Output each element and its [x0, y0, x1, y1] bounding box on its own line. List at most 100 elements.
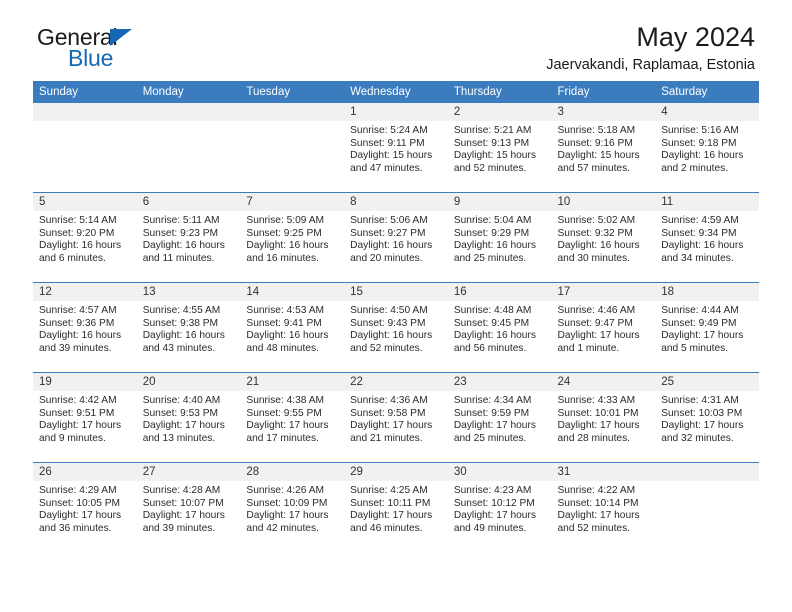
sunrise-text: Sunrise: 4:59 AM — [661, 215, 739, 226]
calendar-day-cell[interactable]: 28 Sunrise: 4:26 AM Sunset: 10:09 PM Daylig… — [240, 462, 345, 552]
calendar-day-number: 7 — [240, 193, 345, 211]
daylight-text: Daylight: 17 hours and 9 minutes. — [39, 420, 122, 444]
daylight-text: Daylight: 15 hours and 47 minutes. — [350, 150, 433, 174]
calendar-day-details: Sunrise: 4:57 AM Sunset: 9:36 PM Daylight:… — [33, 301, 137, 355]
calendar-day-number: 5 — [33, 193, 137, 211]
sunset-text: Sunset: 9:16 PM — [557, 137, 633, 149]
sunset-text: Sunset: 9:25 PM — [246, 227, 322, 239]
calendar-day-cell[interactable]: 29 Sunrise: 4:25 AM Sunset: 10:11 PM Daylig… — [344, 462, 448, 552]
calendar-day-details: Sunrise: 4:28 AM Sunset: 10:07 PM Daylight… — [137, 481, 241, 535]
calendar-day-details: Sunrise: 4:53 AM Sunset: 9:41 PM Daylight:… — [240, 301, 344, 355]
calendar-day-number: 31 — [551, 463, 656, 481]
calendar-day-cell[interactable]: 6 Sunrise: 5:11 AM Sunset: 9:23 PM Daylight… — [136, 192, 241, 283]
calendar-day-details: Sunrise: 4:42 AM Sunset: 9:51 PM Daylight:… — [33, 391, 137, 445]
calendar-day-cell[interactable]: 25 Sunrise: 4:31 AM Sunset: 10:03 PM Daylig… — [655, 372, 759, 463]
sunset-text: Sunset: 9:55 PM — [246, 407, 322, 419]
sunset-text: Sunset: 9:11 PM — [350, 137, 425, 149]
calendar-day-number: 24 — [551, 373, 656, 391]
calendar-day-cell[interactable]: 17 Sunrise: 4:46 AM Sunset: 9:47 PM Dayligh… — [551, 282, 656, 373]
calendar-day-details: Sunrise: 4:55 AM Sunset: 9:38 PM Daylight:… — [137, 301, 241, 355]
calendar-day-cell[interactable]: 24 Sunrise: 4:33 AM Sunset: 10:01 PM Daylig… — [551, 372, 656, 463]
calendar-day-details: Sunrise: 5:21 AM Sunset: 9:13 PM Daylight:… — [448, 121, 552, 175]
calendar-day-cell[interactable]: 15 Sunrise: 4:50 AM Sunset: 9:43 PM Dayligh… — [344, 282, 448, 373]
calendar-day-cell[interactable]: 12 Sunrise: 4:57 AM Sunset: 9:36 PM Dayligh… — [33, 282, 137, 373]
sunrise-text: Sunrise: 4:48 AM — [453, 305, 532, 316]
calendar-day-cell[interactable]: 18 Sunrise: 4:44 AM Sunset: 9:49 PM Dayligh… — [655, 282, 759, 373]
calendar-day-cell[interactable]: 3 Sunrise: 5:18 AM Sunset: 9:16 PM Daylight… — [551, 103, 656, 193]
sunrise-text: Sunrise: 4:50 AM — [350, 305, 428, 316]
calendar-day-number: 29 — [344, 463, 448, 481]
generalblue-logo[interactable]: General Blue — [37, 26, 237, 76]
weekday-header-monday: Monday — [136, 81, 241, 103]
daylight-text: Daylight: 17 hours and 39 minutes. — [142, 510, 225, 534]
calendar-day-cell[interactable]: 11 Sunrise: 4:59 AM Sunset: 9:34 PM Dayligh… — [655, 192, 759, 283]
calendar-day-details: Sunrise: 5:09 AM Sunset: 9:25 PM Daylight:… — [240, 211, 344, 265]
calendar-day-cell[interactable]: 26 Sunrise: 4:29 AM Sunset: 10:05 PM Daylig… — [33, 462, 137, 552]
calendar-day-cell[interactable]: 23 Sunrise: 4:34 AM Sunset: 9:59 PM Dayligh… — [447, 372, 552, 463]
calendar-day-cell[interactable]: 13 Sunrise: 4:55 AM Sunset: 9:38 PM Dayligh… — [136, 282, 241, 373]
calendar-day-cell[interactable]: 22 Sunrise: 4:36 AM Sunset: 9:58 PM Dayligh… — [344, 372, 448, 463]
calendar-day-cell[interactable]: 30 Sunrise: 4:23 AM Sunset: 10:12 PM Daylig… — [447, 462, 552, 552]
calendar-day-cell[interactable]: 5 Sunrise: 5:14 AM Sunset: 9:20 PM Daylight… — [33, 192, 137, 283]
calendar-day-cell[interactable]: 7 Sunrise: 5:09 AM Sunset: 9:25 PM Daylight… — [240, 192, 345, 283]
calendar-day-details: Sunrise: 4:29 AM Sunset: 10:05 PM Daylight… — [33, 481, 137, 535]
sunrise-text: Sunrise: 5:04 AM — [453, 215, 532, 226]
calendar-day-cell[interactable]: 16 Sunrise: 4:48 AM Sunset: 9:45 PM Dayligh… — [447, 282, 552, 373]
calendar-day-cell[interactable]: 14 Sunrise: 4:53 AM Sunset: 9:41 PM Dayligh… — [240, 282, 345, 373]
calendar-day-cell[interactable]: 19 Sunrise: 4:42 AM Sunset: 9:51 PM Dayligh… — [33, 372, 137, 463]
page-header: General Blue May 2024 Jaervakandi, Rapla… — [33, 0, 759, 78]
calendar-day-details: Sunrise: 4:50 AM Sunset: 9:43 PM Daylight:… — [344, 301, 448, 355]
calendar-day-cell[interactable]: 8 Sunrise: 5:06 AM Sunset: 9:27 PM Daylight… — [344, 192, 448, 283]
daylight-text: Daylight: 17 hours and 32 minutes. — [661, 420, 744, 444]
daylight-text: Daylight: 17 hours and 36 minutes. — [39, 510, 122, 534]
sunrise-text: Sunrise: 5:02 AM — [557, 215, 636, 226]
calendar-day-cell-empty — [136, 103, 241, 193]
calendar-day-cell[interactable]: 9 Sunrise: 5:04 AM Sunset: 9:29 PM Daylight… — [447, 192, 552, 283]
daylight-text: Daylight: 17 hours and 17 minutes. — [246, 420, 329, 444]
logo-top-row: General — [37, 26, 237, 50]
sunrise-text: Sunrise: 5:09 AM — [246, 215, 324, 226]
calendar-week-row: 26 Sunrise: 4:29 AM Sunset: 10:05 PM Daylig… — [33, 462, 759, 552]
calendar-day-details: Sunrise: 4:59 AM Sunset: 9:34 PM Daylight:… — [655, 211, 759, 265]
sunrise-text: Sunrise: 4:42 AM — [39, 395, 117, 406]
weekday-header-saturday: Saturday — [655, 81, 759, 103]
calendar-day-cell[interactable]: 20 Sunrise: 4:40 AM Sunset: 9:53 PM Dayligh… — [136, 372, 241, 463]
calendar-day-number — [240, 103, 345, 121]
calendar-day-details: Sunrise: 4:44 AM Sunset: 9:49 PM Daylight:… — [655, 301, 759, 355]
sunset-text: Sunset: 9:13 PM — [453, 137, 530, 149]
calendar-day-number: 14 — [240, 283, 345, 301]
page-title: May 2024 — [636, 22, 755, 52]
sunset-text: Sunset: 9:32 PM — [557, 227, 633, 239]
calendar-day-cell[interactable]: 31 Sunrise: 4:22 AM Sunset: 10:14 PM Daylig… — [551, 462, 656, 552]
calendar-day-cell[interactable]: 10 Sunrise: 5:02 AM Sunset: 9:32 PM Dayligh… — [551, 192, 656, 283]
calendar-week-row: 5 Sunrise: 5:14 AM Sunset: 9:20 PM Daylight… — [33, 192, 759, 283]
calendar-day-number: 6 — [136, 193, 241, 211]
daylight-text: Daylight: 17 hours and 5 minutes. — [661, 330, 744, 354]
calendar-day-number: 12 — [33, 283, 137, 301]
daylight-text: Daylight: 17 hours and 49 minutes. — [453, 510, 536, 534]
sunset-text: Sunset: 9:58 PM — [350, 407, 426, 419]
sunrise-text: Sunrise: 5:18 AM — [557, 125, 636, 136]
sunset-text: Sunset: 9:53 PM — [142, 407, 219, 419]
daylight-text: Daylight: 15 hours and 52 minutes. — [453, 150, 536, 174]
calendar-day-details: Sunrise: 4:34 AM Sunset: 9:59 PM Daylight:… — [448, 391, 552, 445]
calendar-day-number — [136, 103, 241, 121]
calendar-day-cell[interactable]: 4 Sunrise: 5:16 AM Sunset: 9:18 PM Daylight… — [655, 103, 759, 193]
sunrise-text: Sunrise: 5:21 AM — [453, 125, 532, 136]
sunrise-text: Sunrise: 4:23 AM — [453, 485, 532, 496]
sunrise-text: Sunrise: 4:28 AM — [142, 485, 221, 496]
calendar-day-number: 13 — [136, 283, 241, 301]
calendar-day-cell[interactable]: 2 Sunrise: 5:21 AM Sunset: 9:13 PM Daylight… — [447, 103, 552, 193]
sunrise-text: Sunrise: 4:40 AM — [142, 395, 221, 406]
sunrise-text: Sunrise: 4:26 AM — [246, 485, 324, 496]
calendar-day-cell[interactable]: 1 Sunrise: 5:24 AM Sunset: 9:11 PM Daylight… — [344, 103, 448, 193]
daylight-text: Daylight: 17 hours and 28 minutes. — [557, 420, 640, 444]
calendar-day-number: 19 — [33, 373, 137, 391]
daylight-text: Daylight: 16 hours and 52 minutes. — [350, 330, 433, 354]
sunset-text: Sunset: 9:18 PM — [661, 137, 737, 149]
calendar-day-cell[interactable]: 27 Sunrise: 4:28 AM Sunset: 10:07 PM Daylig… — [136, 462, 241, 552]
sunrise-text: Sunrise: 4:33 AM — [557, 395, 636, 406]
calendar-day-number: 28 — [240, 463, 345, 481]
calendar-day-cell[interactable]: 21 Sunrise: 4:38 AM Sunset: 9:55 PM Dayligh… — [240, 372, 345, 463]
sunrise-text: Sunrise: 4:46 AM — [557, 305, 636, 316]
